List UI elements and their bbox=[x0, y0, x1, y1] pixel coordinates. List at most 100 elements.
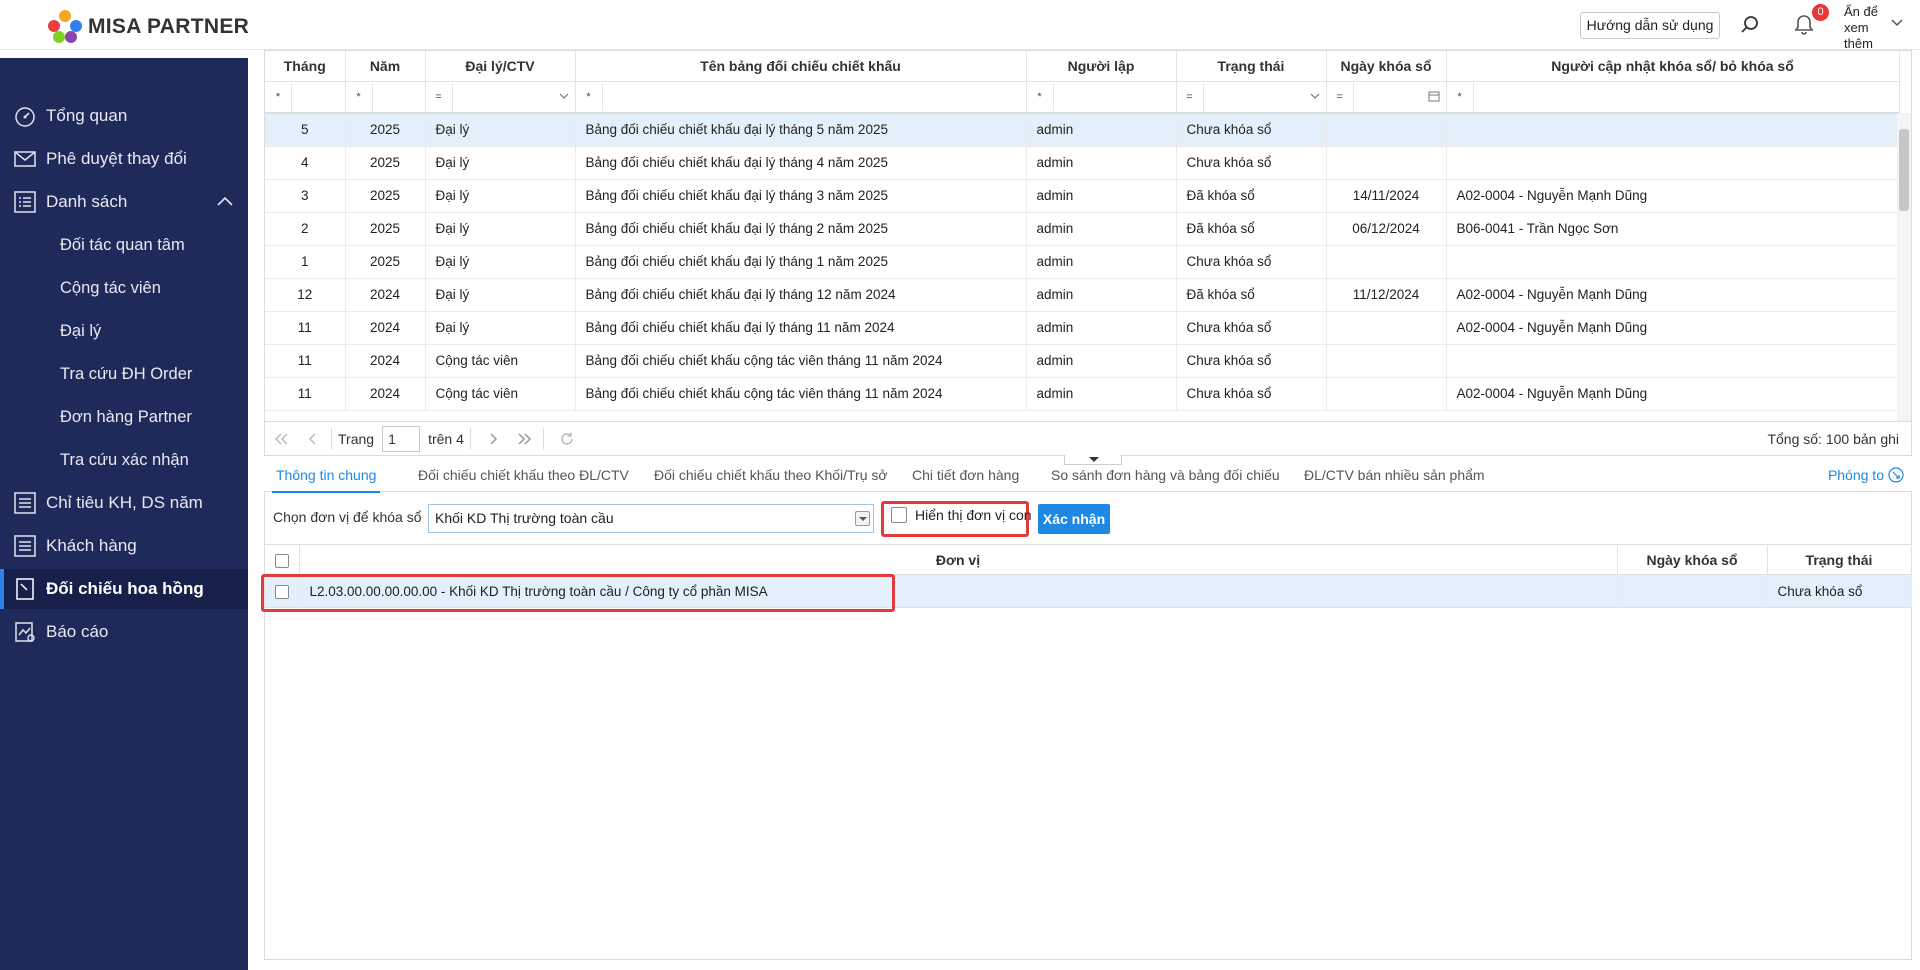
column-header-unit-lock-date[interactable]: Ngày khóa sổ bbox=[1617, 544, 1768, 575]
filter-operator[interactable]: = bbox=[1327, 91, 1353, 103]
sidebar-item-order-lookup[interactable]: Tra cứu ĐH Order bbox=[0, 354, 248, 394]
filter-month-input[interactable] bbox=[291, 82, 345, 111]
filter-status-select[interactable] bbox=[1202, 82, 1326, 111]
table-row[interactable]: 3 2025 Đại lý Bảng đối chiếu chiết khấu đại… bbox=[265, 179, 1900, 213]
last-page-icon[interactable] bbox=[511, 426, 537, 452]
next-page-icon[interactable] bbox=[481, 426, 507, 452]
zoom-in-link[interactable]: Phóng to bbox=[1828, 467, 1904, 483]
lock-updater-cell: A02-0004 - Nguyễn Mạnh Dũng bbox=[1446, 311, 1900, 345]
filter-operator[interactable]: * bbox=[576, 91, 602, 103]
sidebar-item-approvals[interactable]: Phê duyệt thay đổi bbox=[0, 139, 248, 179]
table-name-cell: Bảng đối chiếu chiết khấu cộng tác viên … bbox=[575, 344, 1027, 378]
dropdown-arrow-icon[interactable] bbox=[855, 511, 870, 526]
tab-reconcile-by-agent[interactable]: Đối chiếu chiết khấu theo ĐL/CTV bbox=[418, 467, 629, 483]
filter-operator[interactable]: * bbox=[346, 91, 372, 103]
tab-reconcile-by-division[interactable]: Đối chiếu chiết khấu theo Khối/Trụ sở bbox=[654, 467, 888, 483]
table-row[interactable]: 5 2025 Đại lý Bảng đối chiếu chiết khấu đại… bbox=[265, 113, 1900, 147]
prev-page-icon[interactable] bbox=[299, 426, 325, 452]
sidebar-item-commission-reconciliation[interactable]: Đối chiếu hoa hồng bbox=[0, 569, 248, 609]
lock-updater-cell bbox=[1446, 113, 1900, 147]
calendar-icon[interactable] bbox=[1428, 90, 1440, 102]
table-row[interactable]: 12 2024 Đại lý Bảng đối chiếu chiết khấu đạ… bbox=[265, 278, 1900, 312]
sidebar-item-label: Tra cứu xác nhận bbox=[60, 450, 189, 469]
column-header-month[interactable]: Tháng bbox=[265, 51, 346, 82]
brand-logo[interactable]: MISA PARTNER bbox=[48, 10, 249, 44]
chevron-down-icon[interactable] bbox=[1890, 16, 1904, 30]
table-name-cell: Bảng đối chiếu chiết khấu đại lý tháng 5… bbox=[575, 113, 1027, 147]
column-header-lock-updater[interactable]: Người cập nhật khóa sổ/ bỏ khóa sổ bbox=[1446, 51, 1900, 82]
vertical-scrollbar[interactable] bbox=[1897, 113, 1911, 421]
column-header-creator[interactable]: Người lập bbox=[1026, 51, 1177, 82]
filter-lock-updater-input[interactable] bbox=[1472, 82, 1899, 111]
table-row[interactable]: 2 2025 Đại lý Bảng đối chiếu chiết khấu đại… bbox=[265, 212, 1900, 246]
tab-order-details[interactable]: Chi tiết đơn hàng bbox=[912, 467, 1019, 483]
table-row[interactable]: 1 2025 Đại lý Bảng đối chiếu chiết khấu đại… bbox=[265, 245, 1900, 279]
help-button[interactable]: Hướng dẫn sử dụng bbox=[1580, 12, 1720, 39]
column-header-year[interactable]: Năm bbox=[345, 51, 426, 82]
report-icon bbox=[12, 619, 38, 645]
scrollbar-thumb[interactable] bbox=[1899, 129, 1909, 211]
sidebar-item-label: Báo cáo bbox=[46, 622, 109, 641]
sidebar-item-reports[interactable]: Báo cáo bbox=[0, 612, 248, 652]
tab-general-info[interactable]: Thông tin chung bbox=[271, 467, 381, 493]
tab-multi-product-agents[interactable]: ĐL/CTV bán nhiều sản phẩm bbox=[1304, 467, 1485, 483]
table-row[interactable]: 11 2024 Cộng tác viên Bảng đối chiếu chiết … bbox=[265, 377, 1900, 411]
sidebar-item-partner-orders[interactable]: Đơn hàng Partner bbox=[0, 397, 248, 437]
filter-table-name-input[interactable] bbox=[601, 82, 1026, 111]
refresh-icon[interactable] bbox=[554, 426, 580, 452]
show-child-units-checkbox[interactable]: Hiển thị đơn vị con bbox=[891, 507, 1032, 523]
year-cell: 2024 bbox=[345, 278, 426, 312]
column-header-status[interactable]: Trạng thái bbox=[1176, 51, 1327, 82]
first-page-icon[interactable] bbox=[269, 426, 295, 452]
sidebar-item-agents[interactable]: Đại lý bbox=[0, 311, 248, 351]
sidebar-item-overview[interactable]: Tổng quan bbox=[0, 96, 248, 136]
filter-agent-type-select[interactable] bbox=[451, 82, 575, 111]
creator-cell: admin bbox=[1026, 245, 1177, 279]
highlight-box bbox=[261, 574, 895, 612]
search-icon[interactable] bbox=[1738, 13, 1762, 37]
month-cell: 5 bbox=[265, 113, 346, 147]
filter-operator[interactable]: = bbox=[1177, 91, 1203, 103]
table-row[interactable]: 4 2025 Đại lý Bảng đối chiếu chiết khấu đại… bbox=[265, 146, 1900, 180]
confirm-button[interactable]: Xác nhận bbox=[1038, 504, 1110, 534]
filter-creator-input[interactable] bbox=[1052, 82, 1176, 111]
agent-type-cell: Đại lý bbox=[425, 245, 576, 279]
sidebar-item-targets[interactable]: Chỉ tiêu KH, DS năm bbox=[0, 483, 248, 523]
sidebar-item-customers[interactable]: Khách hàng bbox=[0, 526, 248, 566]
user-menu-toggle[interactable]: Ẩn để xem thêm bbox=[1844, 4, 1884, 50]
creator-cell: admin bbox=[1026, 377, 1177, 411]
sidebar-item-confirmation-lookup[interactable]: Tra cứu xác nhận bbox=[0, 440, 248, 480]
chevron-up-icon[interactable] bbox=[216, 194, 234, 208]
table-row[interactable]: 11 2024 Đại lý Bảng đối chiếu chiết khấu đạ… bbox=[265, 311, 1900, 345]
page-number-input[interactable]: 1 bbox=[382, 425, 421, 452]
chevron-down-icon bbox=[1310, 93, 1319, 99]
tab-order-comparison[interactable]: So sánh đơn hàng và bảng đối chiếu bbox=[1051, 467, 1280, 483]
filter-lock-date-input[interactable] bbox=[1352, 82, 1446, 111]
filter-operator[interactable]: = bbox=[426, 91, 452, 103]
filter-operator[interactable]: * bbox=[265, 91, 291, 103]
lock-date-cell: 14/11/2024 bbox=[1326, 179, 1447, 213]
checkbox-icon[interactable] bbox=[274, 553, 289, 568]
unit-select[interactable]: Khối KD Thị trường toàn cầu bbox=[428, 504, 874, 533]
filter-operator[interactable]: * bbox=[1027, 91, 1053, 103]
column-header-table-name[interactable]: Tên bảng đối chiếu chiết khấu bbox=[575, 51, 1027, 82]
status-cell: Chưa khóa sổ bbox=[1176, 344, 1327, 378]
checkbox-icon[interactable] bbox=[891, 507, 907, 523]
column-header-unit-status[interactable]: Trạng thái bbox=[1767, 544, 1912, 575]
status-cell: Đã khóa sổ bbox=[1176, 212, 1327, 246]
select-all-checkbox[interactable] bbox=[265, 544, 300, 575]
status-cell: Chưa khóa sổ bbox=[1176, 311, 1327, 345]
lock-date-cell bbox=[1326, 245, 1447, 279]
column-header-unit[interactable]: Đơn vị bbox=[299, 544, 1618, 575]
general-info-panel: Chọn đơn vị để khóa sổ Khối KD Thị trườn… bbox=[261, 492, 1912, 960]
filter-year-input[interactable] bbox=[371, 82, 425, 111]
filter-operator[interactable]: * bbox=[1447, 91, 1473, 103]
column-header-lock-date[interactable]: Ngày khóa sổ bbox=[1326, 51, 1447, 82]
status-cell: Đã khóa sổ bbox=[1176, 278, 1327, 312]
sidebar-item-lists[interactable]: Danh sách bbox=[0, 182, 248, 222]
sidebar-item-interested-partners[interactable]: Đối tác quan tâm bbox=[0, 225, 248, 265]
column-header-agent-type[interactable]: Đại lý/CTV bbox=[425, 51, 576, 82]
sidebar-item-collaborators[interactable]: Cộng tác viên bbox=[0, 268, 248, 308]
table-name-cell: Bảng đối chiếu chiết khấu đại lý tháng 2… bbox=[575, 212, 1027, 246]
table-row[interactable]: 11 2024 Cộng tác viên Bảng đối chiếu chiết … bbox=[265, 344, 1900, 378]
